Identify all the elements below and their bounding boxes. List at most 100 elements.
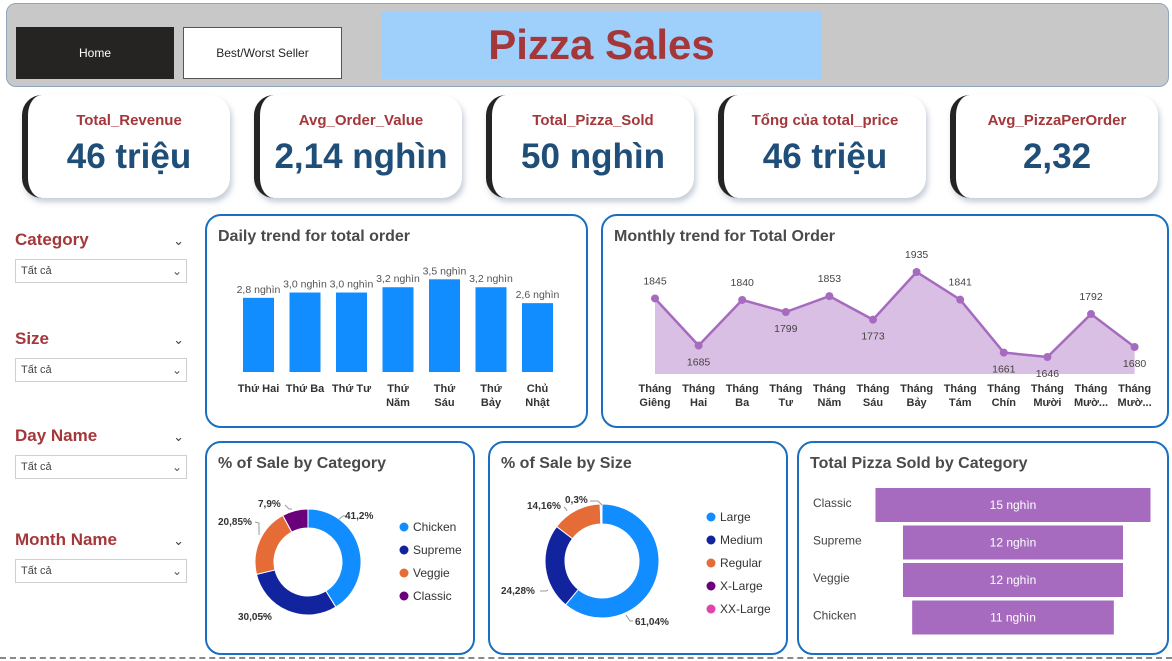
sale-by-size-svg: 61,04% 24,28% 14,16% 0,3% Large Medium Regular… <box>501 495 771 628</box>
leader-line <box>540 589 549 592</box>
funnel-category-label: Chicken <box>813 609 856 623</box>
x-tick-label: Tháng Chín <box>987 383 1020 409</box>
monthly-point <box>651 294 659 303</box>
month-name-dropdown[interactable]: Tất cả ⌄ <box>15 559 187 583</box>
monthly-point <box>1130 343 1139 351</box>
slice-data-label: 61,04% <box>635 617 669 628</box>
kpi-card-avg-order-value: Avg_Order_Value 2,14 nghìn <box>254 95 462 198</box>
funnel-data-label: 12 nghìn <box>990 573 1037 587</box>
monthly-trend-chart: Monthly trend for Total Order 1845 Tháng G… <box>601 214 1169 428</box>
best-worst-seller-nav-button[interactable]: Best/Worst Seller <box>183 27 342 79</box>
home-nav-button[interactable]: Home <box>16 27 174 79</box>
category-dropdown[interactable]: Tất cả ⌄ <box>15 259 187 283</box>
kpi-label: Avg_Order_Value <box>298 112 424 129</box>
slice-data-label: 0,3% <box>565 495 588 506</box>
bar-data-label: 2,6 nghìn <box>516 289 560 301</box>
monthly-point <box>869 315 877 324</box>
kpi-card-total-revenue: Total_Revenue 46 triệu <box>22 95 230 198</box>
monthly-point <box>738 295 747 304</box>
sale-by-category-chart: % of Sale by Category 41,2% 30,05% 20,85% 7… <box>205 441 475 655</box>
kpi-card-total-price: Tổng của total_price 46 triệu <box>718 95 926 198</box>
legend-marker <box>706 558 716 568</box>
chevron-down-icon: ⌄ <box>171 264 182 278</box>
daily-trend-svg: 2,8 nghìn Thứ Hai 3,0 nghìn Thứ Ba 3,0 nghìn… <box>237 265 560 409</box>
leader-line <box>563 506 568 512</box>
bar-data-label: 2,8 nghìn <box>237 284 281 296</box>
chevron-down-icon[interactable]: ⌄ <box>173 533 184 549</box>
bottom-divider <box>0 657 1172 659</box>
chevron-down-icon[interactable]: ⌄ <box>173 233 184 249</box>
monthly-point <box>781 308 790 316</box>
chevron-down-icon[interactable]: ⌄ <box>173 332 184 348</box>
legend-marker <box>706 604 716 614</box>
chevron-down-icon: ⌄ <box>171 363 182 377</box>
chevron-down-icon[interactable]: ⌄ <box>173 429 184 445</box>
point-data-label: 1661 <box>992 364 1016 376</box>
slicer-title: Day Name <box>15 426 98 445</box>
kpi-label: Total_Revenue <box>76 112 182 129</box>
monthly-point <box>1043 353 1052 361</box>
leader-line <box>254 521 260 535</box>
slice-data-label: 30,05% <box>238 612 272 623</box>
legend-marker <box>399 568 409 578</box>
legend-label: Veggie <box>413 566 450 580</box>
x-tick-label: Tháng Tám <box>944 383 977 409</box>
legend-marker <box>399 591 409 601</box>
point-data-label: 1841 <box>949 277 973 289</box>
funnel-data-label: 15 nghìn <box>990 498 1037 512</box>
pizza-sold-by-category-chart: Total Pizza Sold by Category 15 nghìn Cla… <box>797 441 1169 655</box>
monthly-area <box>655 272 1135 374</box>
funnel-category-label: Supreme <box>813 534 862 548</box>
slicer-title: Category <box>15 230 89 249</box>
legend-marker <box>706 535 716 545</box>
legend-label: Supreme <box>413 543 462 557</box>
chevron-down-icon: ⌄ <box>171 564 182 578</box>
donut-slice <box>254 514 293 575</box>
point-data-label: 1792 <box>1079 291 1103 303</box>
donut-slice <box>307 508 362 608</box>
legend-label: Medium <box>720 533 763 547</box>
slicer-title: Month Name <box>15 530 117 549</box>
kpi-card-total-pizza-sold: Total_Pizza_Sold 50 nghìn <box>486 95 694 198</box>
kpi-value: 50 nghìn <box>521 137 665 176</box>
month-name-slicer: Month Name ⌄ Tất cả ⌄ <box>15 530 187 583</box>
kpi-value: 46 triệu <box>762 137 888 176</box>
legend-label: Classic <box>413 589 452 603</box>
x-tick-label: Thứ Ba <box>286 383 325 395</box>
kpi-value: 46 triệu <box>66 137 192 176</box>
page-title: Pizza Sales <box>381 11 822 79</box>
day-name-dropdown[interactable]: Tất cả ⌄ <box>15 455 187 479</box>
kpi-label: Total_Pizza_Sold <box>532 112 654 129</box>
legend-marker <box>706 512 716 522</box>
kpi-value: 2,14 nghìn <box>274 137 448 176</box>
dropdown-value: Tất cả <box>21 265 52 277</box>
daily-bar <box>289 292 321 372</box>
x-tick-label: Tháng Ba <box>726 383 759 409</box>
leader-line <box>284 504 292 510</box>
dropdown-value: Tất cả <box>21 565 52 577</box>
monthly-point <box>1087 310 1095 319</box>
point-data-label: 1773 <box>861 331 885 343</box>
slice-data-label: 24,28% <box>501 586 535 597</box>
monthly-point <box>999 348 1008 357</box>
slicer-title: Size <box>15 329 50 348</box>
x-tick-label: Thứ Bảy <box>480 383 502 409</box>
legend-label: Regular <box>720 556 762 570</box>
daily-bar <box>336 292 367 372</box>
point-data-label: 1799 <box>774 323 798 335</box>
x-tick-label: Tháng Sáu <box>857 383 890 409</box>
size-dropdown[interactable]: Tất cả ⌄ <box>15 358 187 382</box>
funnel-category-label: Veggie <box>813 571 850 585</box>
kpi-label: Tổng của total_price <box>751 112 899 129</box>
funnel-category-label: Classic <box>813 496 852 510</box>
x-tick-label: Tháng Mườ... <box>1118 383 1152 409</box>
slice-data-label: 41,2% <box>345 511 373 522</box>
point-data-label: 1680 <box>1123 358 1147 370</box>
x-tick-label: Thứ Năm <box>386 383 410 409</box>
point-data-label: 1853 <box>818 273 842 285</box>
dropdown-value: Tất cả <box>21 364 52 376</box>
point-data-label: 1685 <box>687 357 711 369</box>
legend-marker <box>399 522 409 532</box>
slice-data-label: 20,85% <box>218 517 252 528</box>
point-data-label: 1646 <box>1036 368 1060 380</box>
